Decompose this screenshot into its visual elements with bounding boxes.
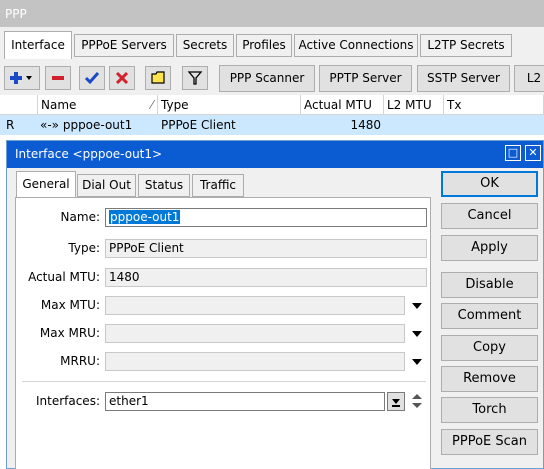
column-name-label: Name [41, 98, 77, 112]
row-type: PPPoE Client [161, 118, 236, 132]
torch-button[interactable]: Torch [441, 397, 538, 423]
filter-button[interactable] [182, 66, 208, 90]
disable-button[interactable] [109, 66, 135, 90]
general-panel: Name: pppoe-out1 Type: PPPoE Client Actu… [15, 197, 431, 469]
divider [22, 381, 426, 382]
max-mru-dropdown-icon[interactable] [412, 331, 422, 337]
disable-x-icon [115, 71, 129, 85]
interfaces-field[interactable]: ether1 [105, 392, 385, 411]
cancel-button[interactable]: Cancel [441, 203, 538, 229]
table-row[interactable]: R «-» pppoe-out1 PPPoE Client 1480 [0, 115, 544, 135]
toolbar: PPP Scanner PPTP Server SSTP Server L2 [0, 61, 544, 95]
actual-mtu-field: 1480 [105, 268, 427, 287]
interface-dialog: Interface <pppoe-out1> □ ✕ General Dial … [6, 140, 544, 469]
mrru-dropdown-icon[interactable] [412, 359, 422, 365]
remove-button[interactable] [45, 66, 71, 90]
enable-check-icon [84, 72, 100, 85]
column-actual-mtu[interactable]: Actual MTU [301, 95, 384, 115]
tab-pppoe-servers[interactable]: PPPoE Servers [74, 34, 174, 57]
column-flag[interactable] [0, 95, 38, 115]
tab-active-connections[interactable]: Active Connections [294, 34, 418, 57]
tab-status[interactable]: Status [138, 174, 190, 197]
column-name[interactable]: Name ⁄ [38, 95, 158, 115]
remove-button[interactable]: Remove [441, 366, 538, 392]
remove-minus-icon [52, 76, 64, 80]
add-plus-icon [10, 72, 32, 84]
mrru-field[interactable] [105, 352, 405, 371]
max-mtu-label: Max MTU: [40, 298, 100, 312]
up-down-arrows-icon[interactable] [410, 391, 424, 411]
max-mru-label: Max MRU: [39, 326, 100, 340]
apply-button[interactable]: Apply [441, 235, 538, 261]
type-label: Type: [68, 241, 100, 255]
add-button[interactable] [4, 66, 40, 90]
maximize-icon[interactable]: □ [505, 145, 521, 161]
pppoe-scan-button[interactable]: PPPoE Scan [441, 429, 538, 455]
l2tp-server-button[interactable]: L2 [514, 65, 544, 92]
tab-profiles[interactable]: Profiles [236, 34, 292, 57]
comment-icon [151, 71, 165, 84]
sstp-server-button[interactable]: SSTP Server [417, 65, 510, 92]
column-l2-mtu[interactable]: L2 MTU [384, 95, 444, 115]
comment-button[interactable]: Comment [441, 303, 538, 329]
row-actual-mtu: 1480 [350, 118, 381, 132]
max-mru-field[interactable] [105, 324, 405, 343]
enable-button[interactable] [79, 66, 105, 90]
max-mtu-field[interactable] [105, 296, 405, 315]
dialog-title: Interface <pppoe-out1> [7, 141, 543, 168]
sort-indicator-icon: ⁄ [150, 98, 153, 112]
tab-interface[interactable]: Interface [4, 31, 72, 59]
dropdown-arrow-icon [392, 399, 400, 407]
copy-button[interactable]: Copy [441, 335, 538, 361]
max-mtu-dropdown-icon[interactable] [412, 303, 422, 309]
tab-bar: Interface PPPoE Servers Secrets Profiles… [0, 27, 544, 61]
ok-button[interactable]: OK [441, 171, 538, 197]
tab-secrets[interactable]: Secrets [176, 34, 234, 57]
type-field: PPPoE Client [105, 239, 427, 258]
tab-dial-out[interactable]: Dial Out [77, 174, 136, 197]
close-icon[interactable]: ✕ [525, 145, 541, 161]
disable-button[interactable]: Disable [441, 272, 538, 298]
comment-button[interactable] [145, 66, 171, 90]
window-title: PPP [0, 0, 544, 27]
name-field[interactable]: pppoe-out1 [105, 208, 427, 227]
mrru-label: MRRU: [60, 354, 100, 368]
pptp-server-button[interactable]: PPTP Server [319, 65, 412, 92]
column-tx[interactable]: Tx [444, 95, 544, 115]
tab-general[interactable]: General [16, 171, 76, 198]
name-label: Name: [60, 210, 100, 224]
ppp-scanner-button[interactable]: PPP Scanner [219, 65, 315, 92]
tab-traffic[interactable]: Traffic [192, 174, 244, 197]
name-value: pppoe-out1 [109, 210, 181, 224]
actual-mtu-label: Actual MTU: [28, 270, 100, 284]
tab-l2tp-secrets[interactable]: L2TP Secrets [420, 34, 512, 57]
interfaces-dropdown-button[interactable] [387, 392, 405, 411]
column-type[interactable]: Type [158, 95, 301, 115]
filter-icon [187, 71, 203, 85]
row-flag: R [6, 118, 15, 132]
interfaces-label: Interfaces: [35, 394, 100, 408]
row-name: «-» pppoe-out1 [40, 118, 133, 132]
